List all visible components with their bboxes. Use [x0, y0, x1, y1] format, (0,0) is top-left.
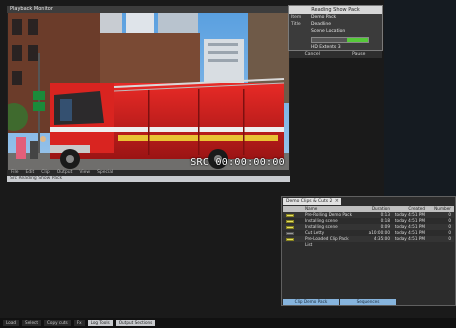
status-copy-cuts[interactable]: Copy cuts [43, 320, 71, 326]
row-name: Pre-Loaded Clip Pack List [305, 236, 349, 247]
bin-rows: Pre-Rolling Demo Pack 0:13 today 4:51 PM 0 I… [283, 212, 454, 247]
viewer-window: Playback Monitor SRC 00:00:00:00 File Ed… [7, 6, 290, 182]
video-frame[interactable]: SRC 00:00:00:00 [8, 13, 289, 170]
viewer-status: Src Reading Show Pack [7, 176, 290, 182]
pack-row-key: Title [291, 22, 301, 27]
pack-row-item: Item Demo Pack [289, 14, 382, 21]
bin-bottom-tabs: Clip Demo Pack Sequences [283, 299, 454, 305]
status-log-tools[interactable]: Log Tools [87, 320, 113, 326]
table-row[interactable]: Pre-Loaded Clip Pack List 4:35:00 today 4:… [283, 236, 454, 247]
pack-row-location: Scene Location [289, 28, 382, 35]
timecode: SRC 00:00:00:00 [190, 157, 285, 168]
status-fx[interactable]: Fx [73, 320, 85, 326]
row-created: today 4:51 PM [394, 236, 425, 241]
pack-file-label: HD Extents 3 [311, 45, 341, 50]
status-output-sections[interactable]: Output Sections [115, 320, 156, 326]
pause-button[interactable]: Pause [336, 51, 383, 58]
status-load[interactable]: Load [3, 320, 20, 326]
cancel-button[interactable]: Cancel [289, 51, 336, 58]
bin-tab-label: Demo Clips & Cuts 2 [286, 199, 333, 204]
tab-sequences[interactable]: Sequences [340, 299, 396, 305]
bin-window: Demo Clips & Cuts 2 × Name Duration Crea… [281, 196, 456, 306]
dialog-footer: Cancel Pause [289, 51, 382, 58]
progress-fill [346, 37, 368, 42]
clip-icon [283, 236, 297, 242]
progress-row [289, 35, 382, 44]
pack-row-key: Item [291, 15, 302, 20]
video-frame-image [8, 13, 289, 170]
pack-row-value: Deadline [311, 22, 331, 27]
reading-show-pack-dialog: Reading Show Pack Item Demo Pack Title D… [288, 5, 383, 58]
status-bar: Load Select Copy cuts Fx Log Tools Outpu… [0, 318, 456, 328]
pack-row-value: Scene Location [311, 29, 346, 34]
tab-clip-demo-pack[interactable]: Clip Demo Pack [283, 299, 339, 305]
pack-row-file: HD Extents 3 [289, 44, 382, 51]
close-icon[interactable]: × [335, 198, 339, 205]
viewer-title: Playback Monitor [7, 6, 290, 13]
pack-row-value: Demo Pack [311, 15, 337, 20]
dialog-title: Reading Show Pack [289, 6, 382, 14]
bin-tab[interactable]: Demo Clips & Cuts 2 × [283, 198, 341, 205]
right-side-panel [384, 0, 456, 200]
row-number: 0 [448, 236, 451, 241]
row-duration: 4:35:00 [373, 236, 390, 241]
pack-row-title: Title Deadline [289, 21, 382, 28]
status-select[interactable]: Select [22, 320, 41, 326]
progress-bar [311, 36, 369, 43]
